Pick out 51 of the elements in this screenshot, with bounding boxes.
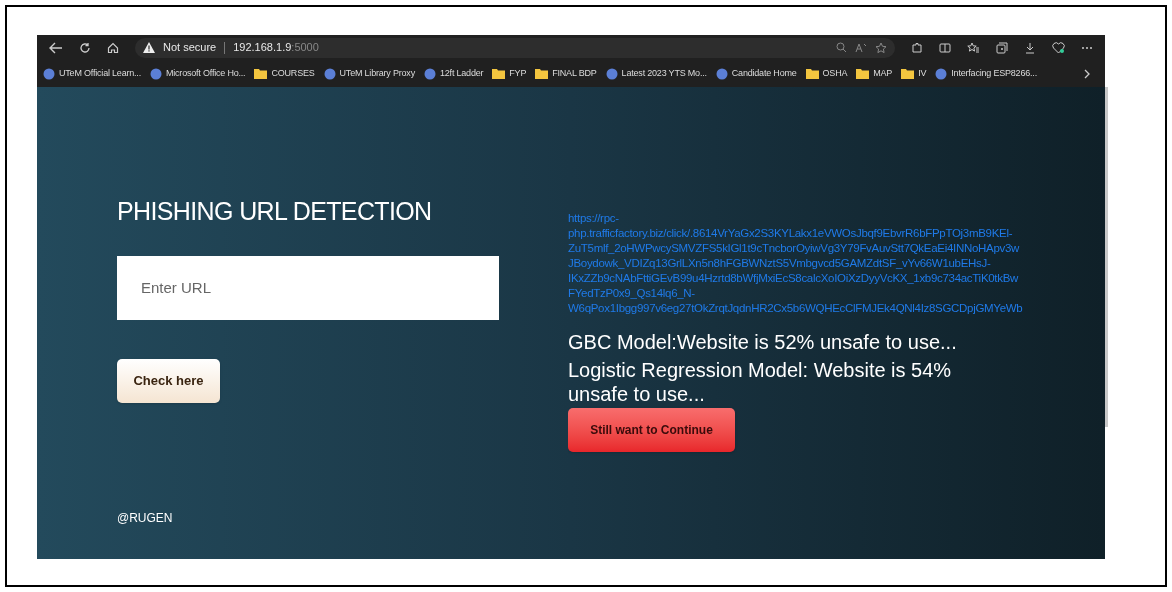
- warning-icon: [143, 42, 155, 53]
- more-icon[interactable]: [1081, 45, 1093, 50]
- chevron-right-icon[interactable]: [1084, 68, 1091, 79]
- bookmark-link[interactable]: UTeM Library Proxy: [323, 66, 415, 81]
- check-here-button[interactable]: Check here: [117, 358, 220, 403]
- read-aloud-icon[interactable]: [855, 42, 867, 53]
- bookmark-link[interactable]: Candidate Home: [715, 66, 797, 81]
- scrollbar[interactable]: [1105, 87, 1108, 427]
- folder-icon: [901, 68, 915, 79]
- page-title: PHISHING URL DETECTION: [117, 196, 433, 227]
- folder-icon: [535, 68, 549, 79]
- zoom-icon[interactable]: [836, 42, 847, 53]
- model-result-text: GBC Model:Website is 52% unsafe to use...: [568, 330, 958, 354]
- result-url-link[interactable]: https://rpc- php.trafficfactory.biz/click/.8614VrYaGx2S3KYLakx1eVWOsJbqf9EbvrR6bFPpTOj3mB9KEl- ZuT5mlf_2oHWPwcySMVZFS5kIGl1t9cTncborOyiwVg3Y79FvAuvStt7QkEaEi4INNoHApv3w JBoydowk_VDIZq13GrlLXn5n8hFGBWNztS5Vmbgvcd5GAMZdtSF_vYv66W1ubEHsJ- IKxZZb9cNAbFttiGEvB99u4Hzrtd8bWfjMxiEcS8calcXoIOiXzDyyVcKX_1xb9c734acTiK0tkBw FYedTzP0x9_Qs14lq6_N- W6qPox1Ibgg997v6eg27tOkZrqtJqdnHR2Cx5b6WQHEcClFMJEk4QNl4Iz8SGCDpjGMYeWb: [568, 211, 1105, 316]
- continue-button[interactable]: Still want to Continue: [568, 408, 735, 452]
- address-text: 192.168.1.9:5000: [233, 40, 319, 56]
- bookmark-link[interactable]: FINAL BDP: [535, 66, 597, 81]
- back-icon[interactable]: [49, 41, 63, 54]
- folder-icon: [856, 68, 870, 79]
- bookmark-link[interactable]: FYP: [492, 66, 527, 81]
- folder-icon: [805, 68, 819, 79]
- bookmark-link[interactable]: Interfacing ESP8266...: [935, 66, 1037, 81]
- refresh-icon[interactable]: [79, 41, 91, 54]
- split-screen-icon[interactable]: [939, 41, 951, 54]
- address-bar[interactable]: Not secure 192.168.1.9:5000: [135, 37, 895, 58]
- bookmark-link[interactable]: 12ft Ladder: [423, 66, 484, 81]
- star-icon[interactable]: [875, 41, 887, 54]
- site-icon: [935, 67, 948, 80]
- collections-icon[interactable]: [996, 41, 1008, 54]
- bookmark-link[interactable]: MAP: [856, 66, 893, 81]
- site-icon: [715, 67, 728, 80]
- url-input-field[interactable]: Enter URL: [117, 255, 499, 320]
- download-icon[interactable]: [1024, 41, 1036, 54]
- bookmark-link[interactable]: Latest 2023 YTS Mo...: [605, 66, 707, 81]
- home-icon[interactable]: [107, 41, 119, 54]
- security-label: Not secure: [163, 40, 217, 56]
- footer-text: @RUGEN: [117, 509, 174, 527]
- site-icon: [323, 67, 336, 80]
- model-result-text: Logistic Regression Model: Website is 54% unsafe to use...: [568, 358, 953, 406]
- site-icon: [149, 67, 162, 80]
- site-icon: [605, 67, 618, 80]
- folder-icon: [254, 68, 268, 79]
- folder-icon: [492, 68, 506, 79]
- site-icon: [423, 67, 436, 80]
- bookmark-link[interactable]: COURSES: [254, 66, 315, 81]
- bookmark-link[interactable]: UTeM Official Learn...: [43, 66, 141, 81]
- site-icon: [43, 67, 55, 80]
- favorites-icon[interactable]: [967, 41, 980, 54]
- bookmark-link[interactable]: Microsoft Office Ho...: [149, 66, 246, 81]
- bookmark-link[interactable]: IV: [901, 66, 927, 81]
- bookmark-link[interactable]: OSHA: [805, 66, 848, 81]
